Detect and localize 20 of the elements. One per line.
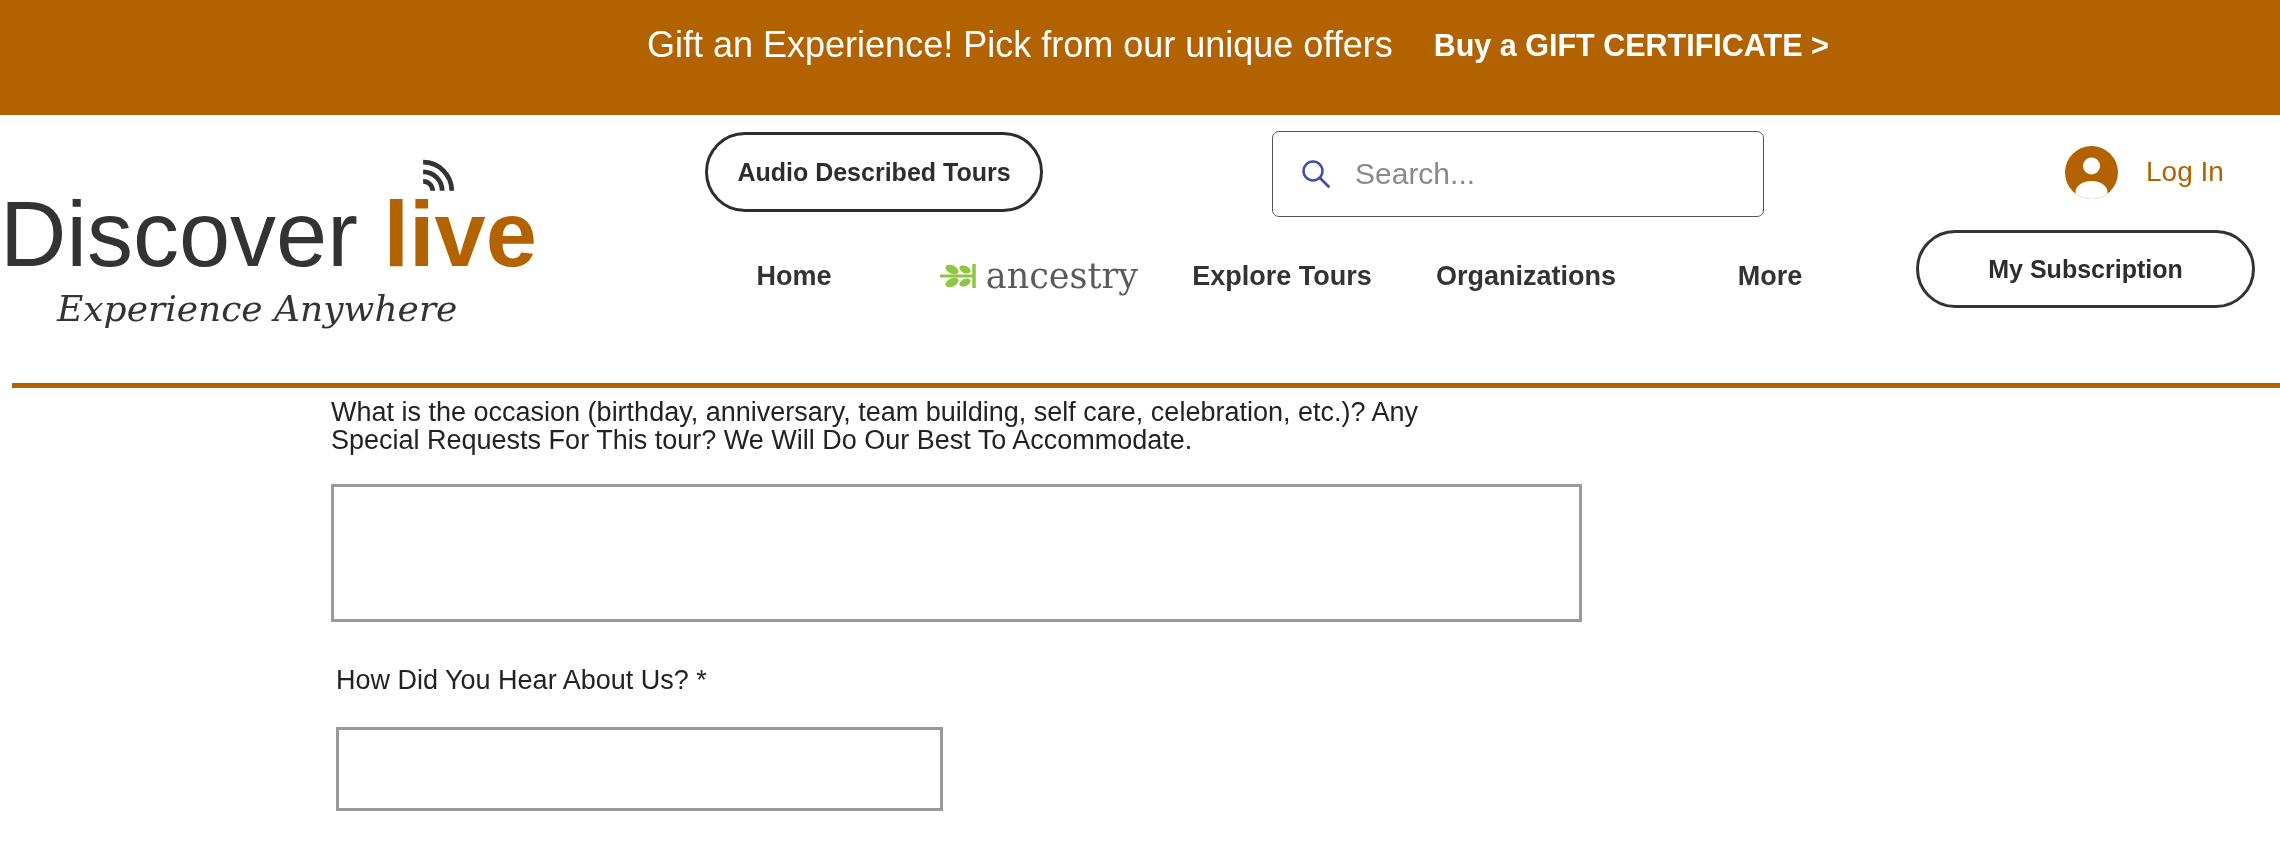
search-icon	[1301, 159, 1330, 188]
promo-text: Gift an Experience! Pick from our unique offers	[647, 25, 1393, 65]
nav-logo-link[interactable]: ancestry	[937, 256, 1139, 296]
text-area[interactable]	[331, 484, 1582, 622]
audio-tours-button[interactable]: Audio Described Tours	[705, 132, 1043, 212]
nav-link[interactable]: Explore Tours	[1192, 256, 1372, 296]
nav-link[interactable]: More	[1737, 256, 1803, 296]
nav-link[interactable]: Home	[756, 256, 832, 296]
logo-tagline: Experience Anywhere	[57, 289, 458, 329]
search-field[interactable]: Search...	[1272, 131, 1764, 217]
gift-certificate-link[interactable]: Buy a GIFT CERTIFICATE >	[1433, 25, 1829, 65]
field-label: How Did You Hear About Us? *	[336, 666, 707, 694]
signal-waves-icon	[421, 159, 457, 193]
subscription-button[interactable]: My Subscription	[1916, 230, 2255, 308]
logo-wordmark[interactable]: Discover live	[0, 188, 537, 280]
input-field[interactable]	[336, 727, 943, 811]
nav-link[interactable]: Organizations	[1436, 256, 1616, 296]
user-icon	[2065, 145, 2118, 199]
field-label: What is the occasion (birthday, anniversary, team building, self care, celebration, etc.)? Any Special Requests For This tour? We Will Do Our Best To Accommodate.	[331, 398, 1420, 454]
login-link[interactable]: Log In	[2065, 145, 2224, 199]
